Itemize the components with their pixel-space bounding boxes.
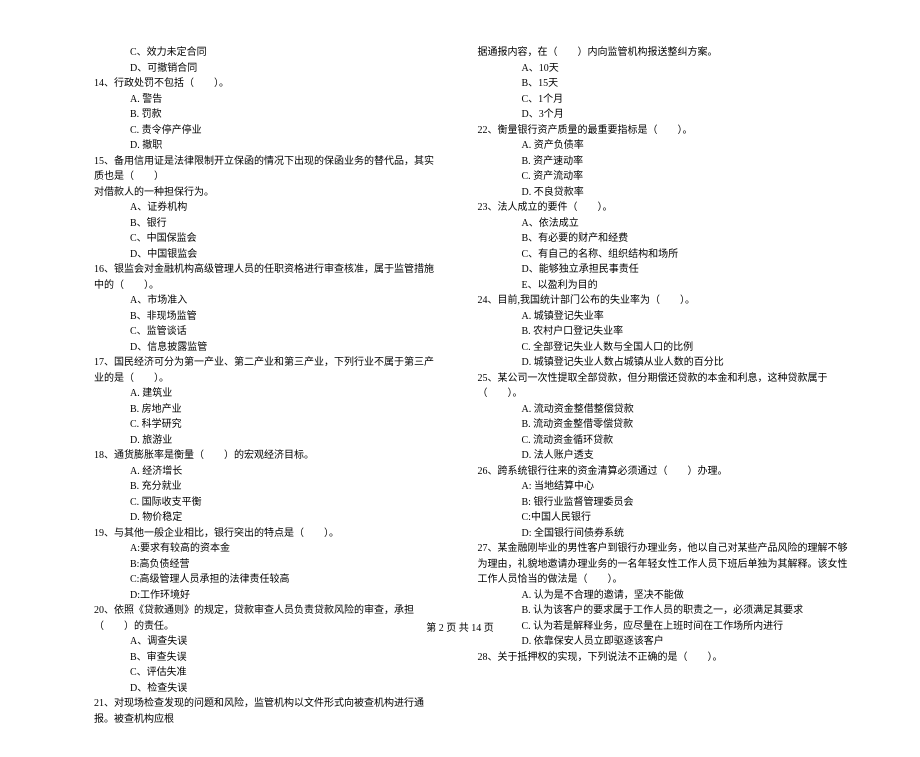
option-text: C:中国人民银行 <box>478 510 851 526</box>
option-text: B. 农村户口登记失业率 <box>478 324 851 340</box>
option-text: C. 资产流动率 <box>478 169 851 185</box>
option-text: B、非现场监管 <box>70 309 443 325</box>
option-text: E、以盈利为目的 <box>478 278 851 294</box>
option-text: C. 责令停产停业 <box>70 123 443 139</box>
option-text: D、能够独立承担民事责任 <box>478 262 851 278</box>
question-continuation: 据通报内容，在（ ）内向监管机构报送整纠方案。 <box>478 45 851 61</box>
option-text: C、效力未定合同 <box>70 45 443 61</box>
option-text: D、中国银监会 <box>70 247 443 263</box>
option-text: A. 建筑业 <box>70 386 443 402</box>
page-content: C、效力未定合同 D、可撤销合同 14、行政处罚不包括（ ）。 A. 警告 B.… <box>0 0 920 757</box>
option-text: D、3个月 <box>478 107 851 123</box>
option-text: A: 当地结算中心 <box>478 479 851 495</box>
question-text: 22、衡量银行资产质量的最重要指标是（ ）。 <box>478 123 851 139</box>
option-text: A、调查失误 <box>70 634 443 650</box>
option-text: D. 依靠保安人员立即驱逐该客户 <box>478 634 851 650</box>
option-text: C、评估失准 <box>70 665 443 681</box>
option-text: A、10天 <box>478 61 851 77</box>
option-text: A:要求有较高的资本金 <box>70 541 443 557</box>
question-text: 19、与其他一般企业相比，银行突出的特点是（ ）。 <box>70 526 443 542</box>
option-text: A、证券机构 <box>70 200 443 216</box>
question-text: 21、对现场检查发现的问题和风险，监管机构以文件形式向被查机构进行通报。被查机构… <box>70 696 443 727</box>
option-text: D、信息披露监管 <box>70 340 443 356</box>
option-text: B、银行 <box>70 216 443 232</box>
option-text: A. 认为是不合理的邀请，坚决不能做 <box>478 588 851 604</box>
question-text: 18、通货膨胀率是衡量（ ）的宏观经济目标。 <box>70 448 443 464</box>
option-text: D、检查失误 <box>70 681 443 697</box>
option-text: C、1个月 <box>478 92 851 108</box>
option-text: C. 全部登记失业人数与全国人口的比例 <box>478 340 851 356</box>
option-text: D. 不良贷款率 <box>478 185 851 201</box>
question-text: 24、目前,我国统计部门公布的失业率为（ ）。 <box>478 293 851 309</box>
question-text: 26、跨系统银行往来的资金清算必须通过（ ）办理。 <box>478 464 851 480</box>
option-text: A. 资产负债率 <box>478 138 851 154</box>
question-text: 28、关于抵押权的实现，下列说法不正确的是（ ）。 <box>478 650 851 666</box>
option-text: B、15天 <box>478 76 851 92</box>
option-text: D. 撤职 <box>70 138 443 154</box>
option-text: B. 资产速动率 <box>478 154 851 170</box>
option-text: A. 流动资金整借整偿贷款 <box>478 402 851 418</box>
question-text: 14、行政处罚不包括（ ）。 <box>70 76 443 92</box>
option-text: B. 罚款 <box>70 107 443 123</box>
option-text: B. 房地产业 <box>70 402 443 418</box>
option-text: C. 流动资金循环贷款 <box>478 433 851 449</box>
option-text: B: 银行业监督管理委员会 <box>478 495 851 511</box>
option-text: D:工作环境好 <box>70 588 443 604</box>
option-text: B、有必要的财产和经费 <box>478 231 851 247</box>
option-text: D. 法人账户透支 <box>478 448 851 464</box>
option-text: A、依法成立 <box>478 216 851 232</box>
option-text: D: 全国银行间债券系统 <box>478 526 851 542</box>
option-text: D. 城镇登记失业人数占城镇从业人数的百分比 <box>478 355 851 371</box>
option-text: C:高级管理人员承担的法律责任较高 <box>70 572 443 588</box>
option-text: A. 经济增长 <box>70 464 443 480</box>
option-text: B. 充分就业 <box>70 479 443 495</box>
question-sub: 对借款人的一种担保行为。 <box>70 185 443 201</box>
option-text: B. 流动资金整借零偿贷款 <box>478 417 851 433</box>
option-text: C、监管谈话 <box>70 324 443 340</box>
option-text: D、可撤销合同 <box>70 61 443 77</box>
option-text: B. 认为该客户的要求属于工作人员的职责之一，必须满足其要求 <box>478 603 851 619</box>
question-text: 27、某金融刚毕业的男性客户到银行办理业务，他以自己对某些产品风险的理解不够为理… <box>478 541 851 588</box>
question-text: 15、备用信用证是法律限制开立保函的情况下出现的保函业务的替代品，其实质也是（ … <box>70 154 443 185</box>
page-footer: 第 2 页 共 14 页 <box>0 619 920 634</box>
option-text: C、有自己的名称、组织结构和场所 <box>478 247 851 263</box>
option-text: A. 警告 <box>70 92 443 108</box>
option-text: D. 物价稳定 <box>70 510 443 526</box>
question-text: 23、法人成立的要件（ ）。 <box>478 200 851 216</box>
question-text: 16、银监会对金融机构高级管理人员的任职资格进行审查核准，属于监管措施中的（ ）… <box>70 262 443 293</box>
question-text: 25、某公司一次性提取全部贷款，但分期偿还贷款的本金和利息，这种贷款属于（ ）。 <box>478 371 851 402</box>
option-text: D. 旅游业 <box>70 433 443 449</box>
option-text: B、审查失误 <box>70 650 443 666</box>
option-text: A、市场准入 <box>70 293 443 309</box>
option-text: C. 科学研究 <box>70 417 443 433</box>
question-text: 17、国民经济可分为第一产业、第二产业和第三产业，下列行业不属于第三产业的是（ … <box>70 355 443 386</box>
option-text: C、中国保监会 <box>70 231 443 247</box>
option-text: C. 国际收支平衡 <box>70 495 443 511</box>
option-text: B:高负债经营 <box>70 557 443 573</box>
option-text: A. 城镇登记失业率 <box>478 309 851 325</box>
